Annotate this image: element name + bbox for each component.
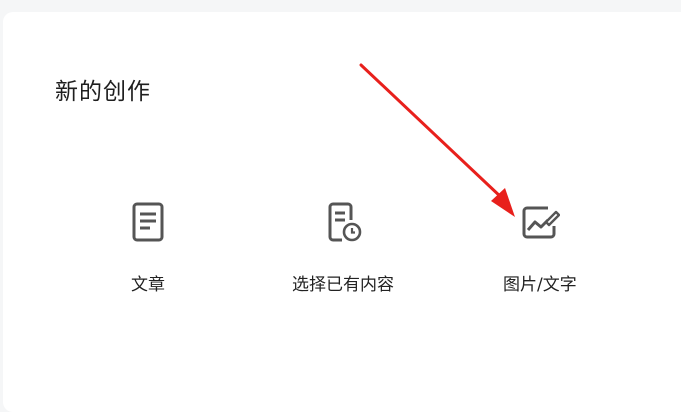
image-text-option[interactable]: 图片/文字	[503, 200, 577, 295]
new-creation-panel: 新的创作 文章 选择已有内容 图片/文字	[3, 12, 681, 412]
image-edit-icon	[522, 206, 560, 239]
document-clock-icon	[328, 202, 362, 242]
document-icon	[132, 202, 164, 242]
create-article-label: 文章	[131, 275, 165, 295]
create-article-option[interactable]: 文章	[128, 200, 168, 295]
select-existing-content-label: 选择已有内容	[292, 275, 394, 295]
panel-title: 新的创作	[55, 79, 151, 105]
select-existing-content-option[interactable]: 选择已有内容	[292, 200, 394, 295]
image-text-label: 图片/文字	[503, 275, 577, 295]
